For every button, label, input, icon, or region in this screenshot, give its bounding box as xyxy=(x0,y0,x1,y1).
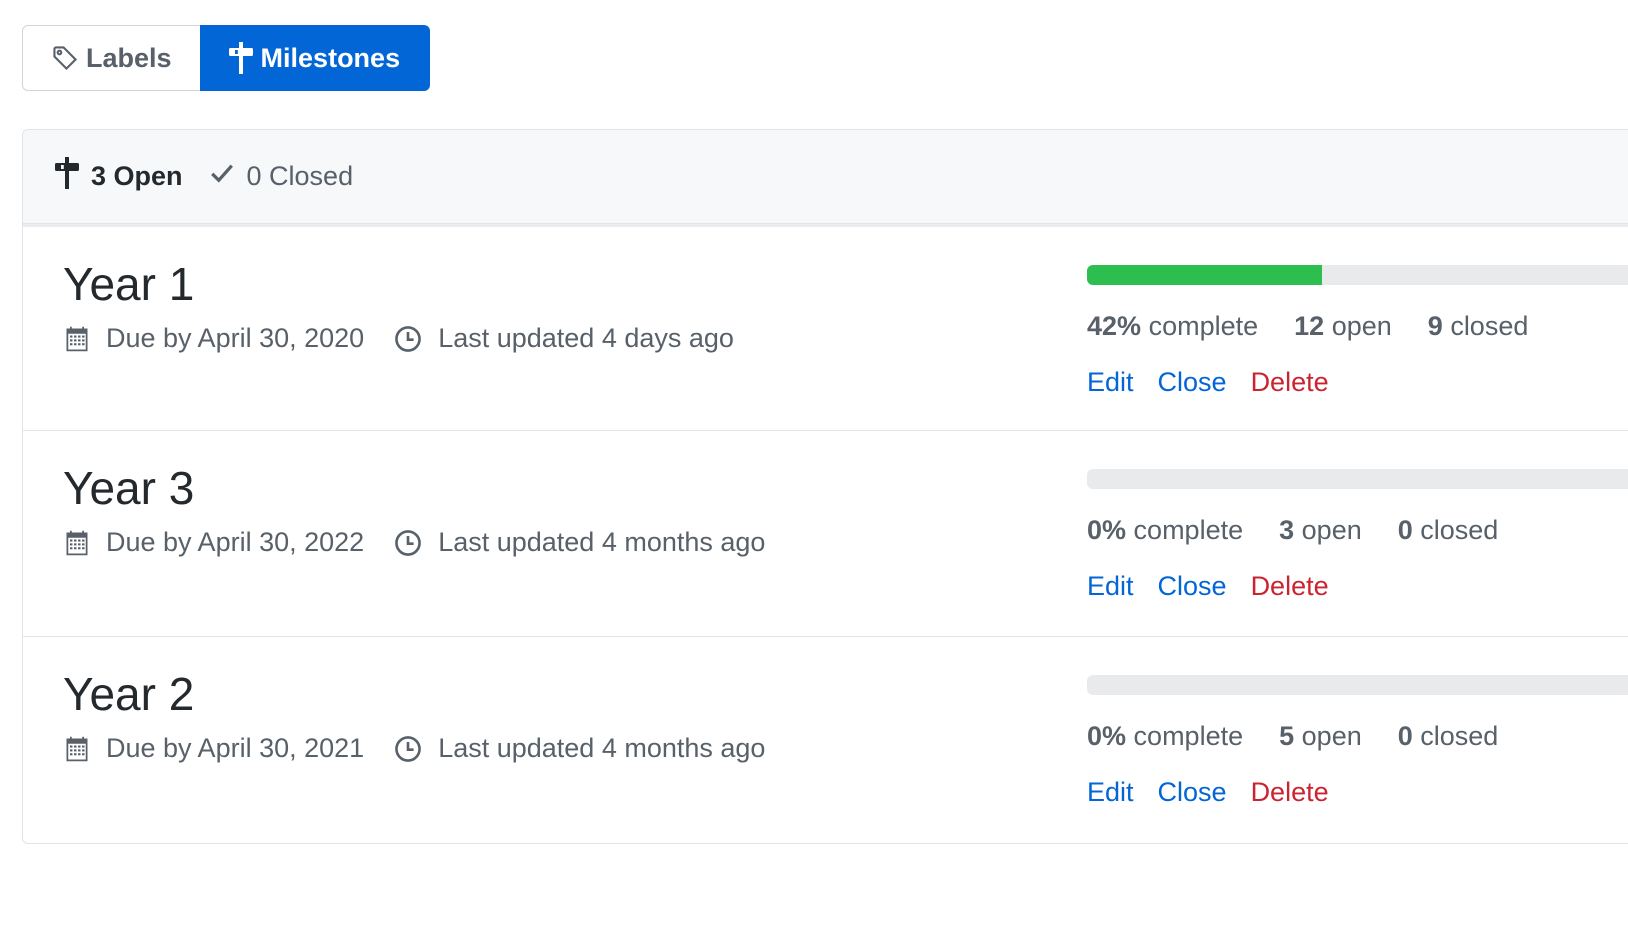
edit-link[interactable]: Edit xyxy=(1087,777,1134,808)
percent-complete: 0% complete xyxy=(1087,515,1243,546)
milestone-row: Year 2 Due by April 30, 2021 Last update… xyxy=(23,636,1628,842)
complete-label: complete xyxy=(1133,721,1244,751)
delete-link[interactable]: Delete xyxy=(1251,777,1329,808)
due-date: Due by April 30, 2020 xyxy=(64,323,364,354)
milestone-row: Year 3 Due by April 30, 2022 Last update… xyxy=(23,430,1628,636)
milestone-icon xyxy=(228,42,253,74)
open-issues[interactable]: 3 open xyxy=(1279,515,1362,546)
close-link[interactable]: Close xyxy=(1158,777,1227,808)
open-count: 3 xyxy=(1279,515,1295,545)
subnav-tabs: Labels Milestones xyxy=(22,25,431,91)
milestone-meta: Due by April 30, 2020 Last updated 4 day… xyxy=(64,323,764,354)
closed-count-label: 0 Closed xyxy=(246,161,354,191)
calendar-icon xyxy=(64,529,90,557)
last-updated-text: Last updated 4 months ago xyxy=(438,527,766,557)
milestone-actions: Edit Close Delete xyxy=(1087,367,1353,398)
open-label: open xyxy=(1301,515,1362,545)
open-count: 5 xyxy=(1279,721,1295,751)
milestones-box: 3 Open 0 Closed Year 1 Due by April 30, … xyxy=(22,129,1628,844)
closed-label: closed xyxy=(1420,721,1499,751)
clock-icon xyxy=(394,325,422,353)
closed-count: 9 xyxy=(1427,311,1443,341)
close-link[interactable]: Close xyxy=(1158,367,1227,398)
edit-link[interactable]: Edit xyxy=(1087,571,1134,602)
percent-value: 42% xyxy=(1087,311,1142,341)
milestone-actions: Edit Close Delete xyxy=(1087,571,1353,602)
last-updated-text: Last updated 4 months ago xyxy=(438,733,766,763)
complete-label: complete xyxy=(1133,515,1244,545)
closed-label: closed xyxy=(1450,311,1529,341)
milestone-stats: 0% complete 5 open 0 closed xyxy=(1087,721,1534,752)
open-issues[interactable]: 12 open xyxy=(1294,311,1392,342)
closed-issues[interactable]: 9 closed xyxy=(1428,311,1529,342)
delete-link[interactable]: Delete xyxy=(1251,571,1329,602)
progress-bar xyxy=(1087,265,1628,285)
milestone-row: Year 1 Due by April 30, 2020 Last update… xyxy=(23,224,1628,430)
due-date-text: Due by April 30, 2021 xyxy=(106,733,365,763)
due-date: Due by April 30, 2021 xyxy=(64,733,364,764)
check-icon xyxy=(209,160,235,193)
milestone-stats: 42% complete 12 open 9 closed xyxy=(1087,311,1564,342)
milestone-icon xyxy=(55,157,79,196)
tab-labels[interactable]: Labels xyxy=(22,25,200,91)
last-updated-text: Last updated 4 days ago xyxy=(438,323,734,353)
milestone-actions: Edit Close Delete xyxy=(1087,777,1353,808)
due-date-text: Due by April 30, 2020 xyxy=(106,323,365,353)
closed-filter[interactable]: 0 Closed xyxy=(209,160,354,193)
closed-label: closed xyxy=(1420,515,1499,545)
closed-count: 0 xyxy=(1397,721,1413,751)
open-label: open xyxy=(1301,721,1362,751)
progress-bar xyxy=(1087,469,1628,489)
tab-labels-text: Labels xyxy=(86,42,172,73)
close-link[interactable]: Close xyxy=(1158,571,1227,602)
open-filter[interactable]: 3 Open xyxy=(55,157,183,196)
percent-complete: 42% complete xyxy=(1087,311,1258,342)
closed-count: 0 xyxy=(1397,515,1413,545)
milestone-title[interactable]: Year 2 xyxy=(63,671,194,717)
last-updated: Last updated 4 months ago xyxy=(394,527,765,558)
closed-issues[interactable]: 0 closed xyxy=(1398,721,1499,752)
open-issues[interactable]: 5 open xyxy=(1279,721,1362,752)
milestone-title[interactable]: Year 3 xyxy=(63,465,194,511)
open-count: 12 xyxy=(1294,311,1325,341)
percent-complete: 0% complete xyxy=(1087,721,1243,752)
calendar-icon xyxy=(64,735,90,763)
milestone-meta: Due by April 30, 2021 Last updated 4 mon… xyxy=(64,733,795,764)
milestone-meta: Due by April 30, 2022 Last updated 4 mon… xyxy=(64,527,795,558)
tag-icon xyxy=(52,45,78,71)
milestones-header: 3 Open 0 Closed xyxy=(23,130,1628,224)
milestone-stats: 0% complete 3 open 0 closed xyxy=(1087,515,1534,546)
progress-fill xyxy=(1087,265,1323,285)
last-updated: Last updated 4 months ago xyxy=(394,733,765,764)
milestone-title[interactable]: Year 1 xyxy=(63,261,194,307)
clock-icon xyxy=(394,735,422,763)
due-date-text: Due by April 30, 2022 xyxy=(106,527,365,557)
open-label: open xyxy=(1331,311,1392,341)
closed-issues[interactable]: 0 closed xyxy=(1398,515,1499,546)
progress-bar xyxy=(1087,675,1628,695)
edit-link[interactable]: Edit xyxy=(1087,367,1134,398)
percent-value: 0% xyxy=(1087,721,1127,751)
clock-icon xyxy=(394,529,422,557)
due-date: Due by April 30, 2022 xyxy=(64,527,364,558)
calendar-icon xyxy=(64,325,90,353)
complete-label: complete xyxy=(1148,311,1259,341)
percent-value: 0% xyxy=(1087,515,1127,545)
tab-milestones-text: Milestones xyxy=(260,42,401,73)
last-updated: Last updated 4 days ago xyxy=(394,323,734,354)
delete-link[interactable]: Delete xyxy=(1251,367,1329,398)
open-count-label: 3 Open xyxy=(91,161,183,191)
tab-milestones[interactable]: Milestones xyxy=(199,25,431,91)
